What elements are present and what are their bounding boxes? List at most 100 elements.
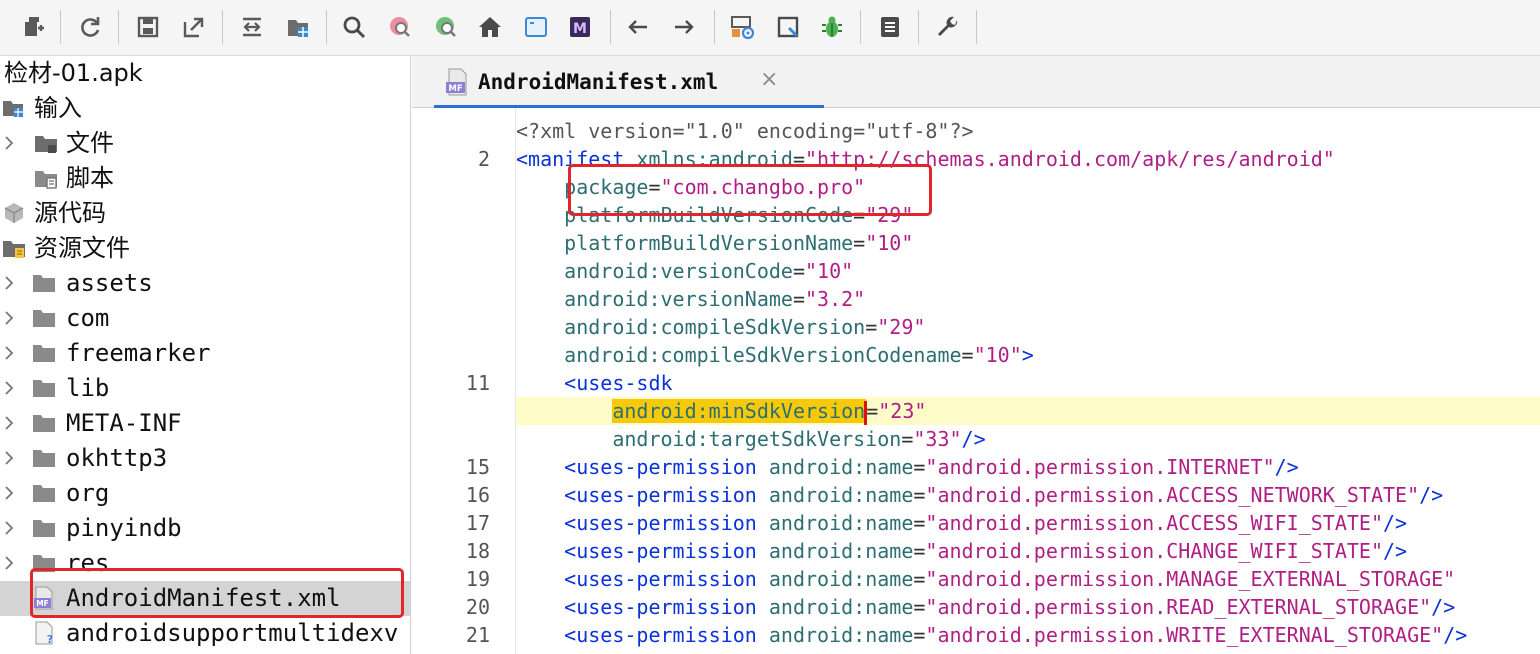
tree-item-scripts[interactable]: 脚本 [0, 161, 410, 196]
tree-item-label: 源代码 [34, 199, 106, 227]
expand-icon[interactable] [234, 8, 270, 46]
tree-item-label: META-INF [66, 409, 182, 437]
tree-item-label: pinyindb [66, 514, 182, 542]
open-icon[interactable] [16, 8, 52, 46]
find-usage-icon[interactable] [428, 8, 464, 46]
chevron-right-icon[interactable] [2, 449, 16, 467]
manifest-m-icon[interactable]: M [562, 8, 598, 46]
tree-item-org[interactable]: org [0, 476, 410, 511]
code-line[interactable]: <uses-sdk [516, 369, 1540, 397]
tree-item-meta-inf[interactable]: META-INF [0, 406, 410, 441]
code-line[interactable]: <uses-permission android:name="android.p… [516, 593, 1540, 621]
code-token: /> [1443, 623, 1468, 647]
chevron-right-icon[interactable] [2, 309, 16, 327]
tree-item-androidsupportmultidex[interactable]: ? androidsupportmultidexv [0, 616, 410, 651]
home-icon[interactable] [472, 8, 508, 46]
decompile-settings-icon[interactable] [724, 8, 760, 46]
code-token: android:name [768, 483, 914, 507]
tree-item-freemarker[interactable]: freemarker [0, 336, 410, 371]
chevron-right-icon[interactable] [2, 134, 16, 152]
refresh-icon[interactable] [72, 8, 108, 46]
project-tree: 检材-01.apk 输入 文件 脚本 源代码 资源文件 assets com f… [0, 56, 411, 654]
tree-item-okhttp3[interactable]: okhttp3 [0, 441, 410, 476]
code-token: <uses-permission [564, 595, 769, 619]
chevron-right-icon[interactable] [2, 379, 16, 397]
code-line[interactable]: <uses-permission android:name="android.p… [516, 621, 1540, 649]
code-line[interactable]: platformBuildVersionCode="29" [516, 201, 1540, 229]
line-number: 16 [465, 483, 490, 507]
code-line[interactable]: <uses-permission android:name="android.p… [516, 509, 1540, 537]
line-number: 18 [465, 539, 490, 563]
tree-item-lib[interactable]: lib [0, 371, 410, 406]
code-editor[interactable]: 2 11 15 16 17 18 19 20 21 <?xml version="1.0" en… [420, 108, 1540, 654]
code-line[interactable]: android:compileSdkVersionCodename="10"> [516, 341, 1540, 369]
code-token: "android.permission.ACCESS_WIFI_STATE" [925, 511, 1383, 535]
debug-bug-icon[interactable] [814, 8, 850, 46]
code-line[interactable]: platformBuildVersionName="10" [516, 229, 1540, 257]
code-line[interactable]: <uses-permission android:name="android.p… [516, 537, 1540, 565]
code-token: android:targetSdkVersion [612, 427, 902, 451]
tree-item-com[interactable]: com [0, 301, 410, 336]
tree-item-label: freemarker [66, 339, 211, 367]
tree-item-resources[interactable]: 资源文件 [0, 231, 410, 266]
code-area[interactable]: <?xml version="1.0" encoding="utf-8"?> <m… [516, 108, 1540, 654]
folder-icon [33, 380, 55, 397]
tree-item-label: 输入 [34, 94, 82, 122]
editor-tab-bar: MF AndroidManifest.xml × [412, 56, 1540, 109]
selected-token-text: android:minSdkVersion [612, 399, 866, 423]
close-icon[interactable]: × [760, 66, 778, 94]
resource-icon[interactable] [280, 8, 316, 46]
code-token: <uses-permission [564, 539, 769, 563]
tree-item-source[interactable]: 源代码 [0, 196, 410, 231]
preferences-wrench-icon[interactable] [930, 8, 966, 46]
code-line[interactable]: <?xml version="1.0" encoding="utf-8"?> [516, 117, 1540, 145]
chevron-right-icon[interactable] [2, 414, 16, 432]
back-arrow-icon[interactable] [620, 8, 656, 46]
code-line[interactable]: <manifest xmlns:android="http://schemas.… [516, 145, 1540, 173]
forward-arrow-icon[interactable] [666, 8, 702, 46]
line-number: 11 [465, 371, 490, 395]
tree-item-input[interactable]: 输入 [0, 91, 410, 126]
code-line[interactable]: android:versionName="3.2" [516, 285, 1540, 313]
tab-androidmanifest[interactable]: MF AndroidManifest.xml × [434, 56, 824, 109]
code-line[interactable]: android:targetSdkVersion="33"/> [516, 425, 1540, 453]
save-icon[interactable] [130, 8, 166, 46]
tree-item-pinyindb[interactable]: pinyindb [0, 511, 410, 546]
code-line[interactable]: android:compileSdkVersion="29" [516, 313, 1540, 341]
chevron-right-icon[interactable] [2, 554, 16, 572]
log-icon[interactable] [872, 8, 908, 46]
code-token: = [913, 567, 926, 591]
code-line[interactable]: package="com.changbo.pro" [516, 173, 1540, 201]
tree-item-res[interactable]: res [0, 546, 410, 581]
tree-item-label: com [66, 304, 110, 332]
find-class-icon[interactable] [382, 8, 418, 46]
code-line[interactable]: android:versionCode="10" [516, 257, 1540, 285]
main-toolbar: M [0, 0, 1540, 56]
tree-item-assets[interactable]: assets [0, 266, 410, 301]
tree-item-label: 文件 [66, 129, 114, 157]
tree-item-files[interactable]: 文件 [0, 126, 410, 161]
code-line[interactable]: <uses-permission android:name="android.p… [516, 565, 1540, 593]
chevron-right-icon[interactable] [2, 344, 16, 362]
svg-text:M: M [573, 21, 587, 37]
window-icon[interactable] [518, 8, 554, 46]
line-number: 17 [465, 511, 490, 535]
tree-root[interactable]: 检材-01.apk [0, 56, 410, 91]
chevron-right-icon[interactable] [2, 519, 16, 537]
search-icon[interactable] [336, 8, 372, 46]
quick-view-icon[interactable] [770, 8, 806, 46]
code-token: "23" [878, 399, 927, 423]
chevron-right-icon[interactable] [2, 274, 16, 292]
chevron-right-icon[interactable] [2, 484, 16, 502]
export-icon[interactable] [176, 8, 212, 46]
code-line[interactable]: android:minSdkVersion="23" [516, 397, 1540, 425]
tree-item-androidmanifest[interactable]: MF AndroidManifest.xml [0, 581, 410, 616]
code-line[interactable]: <uses-permission android:name="android.p… [516, 481, 1540, 509]
line-number [420, 425, 490, 453]
code-line[interactable]: <uses-permission android:name="android.p… [516, 453, 1540, 481]
tree-root-label: 检材-01.apk [4, 59, 143, 87]
package-icon [4, 203, 24, 223]
code-token: <uses-permission [564, 455, 769, 479]
